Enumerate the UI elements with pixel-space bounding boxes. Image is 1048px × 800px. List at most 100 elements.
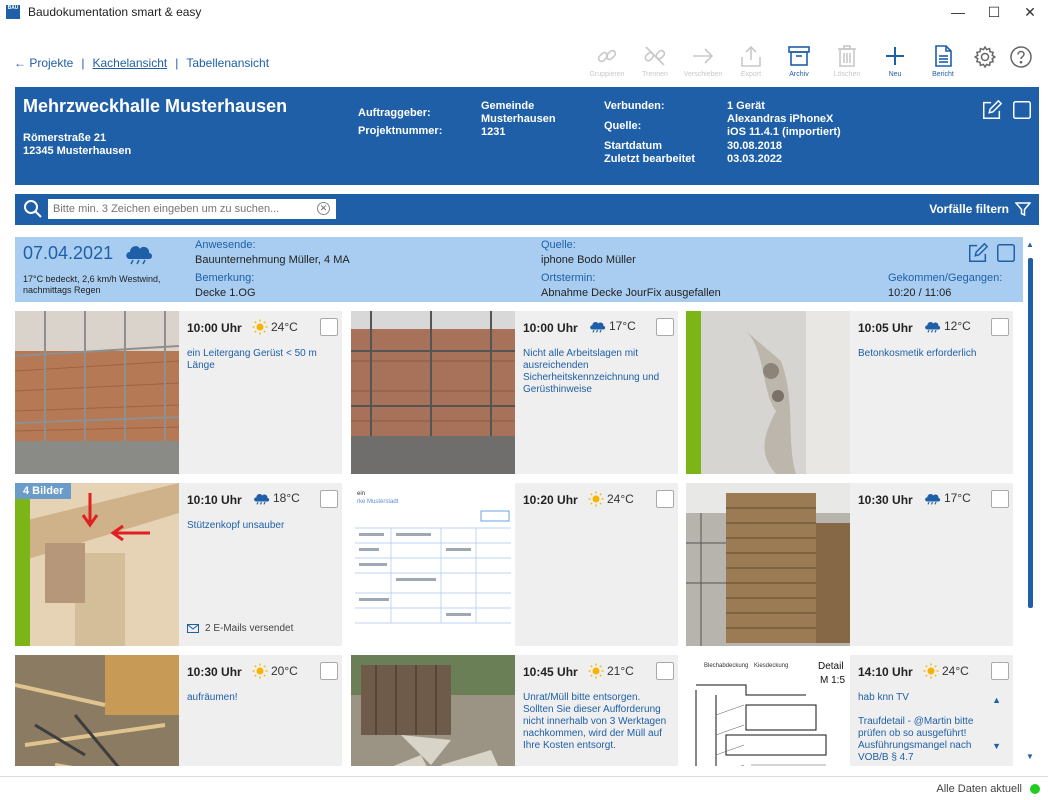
tile-view-link[interactable]: Kachelansicht (92, 56, 167, 70)
incident-temperature: 17°C (944, 491, 971, 505)
clear-search-icon[interactable]: ✕ (317, 202, 330, 215)
help-button[interactable] (1006, 45, 1036, 69)
back-to-projects-link[interactable]: ← Projekte (14, 56, 73, 70)
select-day-checkbox[interactable] (995, 242, 1017, 264)
day-header[interactable]: 07.04.2021 17°C bedeckt, 2,6 km/h Westwi… (15, 237, 1023, 302)
source-label: Quelle: (604, 120, 642, 132)
text-scroll-up-arrow[interactable]: ▲ (992, 695, 1001, 705)
table-view-link[interactable]: Tabellenansicht (186, 56, 269, 70)
incident-card[interactable]: Blechabdeckung Kiesdeckung Detail M 1:5 … (686, 655, 1013, 766)
incident-weather: 12°C (923, 319, 971, 333)
export-button[interactable]: Export (730, 43, 772, 78)
scrollbar-thumb[interactable] (1028, 258, 1033, 608)
select-project-checkbox[interactable] (1011, 99, 1033, 121)
incident-photo[interactable]: 4 Bilder (15, 483, 179, 646)
incident-photo[interactable] (351, 311, 515, 474)
report-button[interactable]: Bericht (922, 43, 964, 78)
filter-incidents-button[interactable]: Vorfälle filtern (929, 202, 1009, 216)
cloud-rain-icon (254, 494, 270, 505)
arrow-right-icon (693, 48, 714, 64)
new-button[interactable]: Neu (874, 43, 916, 78)
search-input[interactable] (48, 199, 336, 219)
archive-button[interactable]: Archiv (778, 43, 820, 78)
select-incident-checkbox[interactable] (656, 490, 674, 508)
close-window-button[interactable]: ✕ (1012, 0, 1048, 24)
edit-project-icon[interactable] (981, 99, 1003, 121)
last-edited-value: 03.03.2022 (727, 153, 783, 165)
select-incident-checkbox[interactable] (656, 662, 674, 680)
app-logo-icon: BAU (6, 5, 20, 19)
filter-icon[interactable] (1014, 201, 1032, 222)
incident-photo[interactable]: ein rke Musterstadt (351, 483, 515, 646)
remark-label: Bemerkung: (195, 272, 255, 284)
move-button[interactable]: Verschieben (682, 43, 724, 78)
select-incident-checkbox[interactable] (656, 318, 674, 336)
scroll-down-arrow[interactable]: ▼ (1026, 752, 1034, 761)
incident-time: 14:10 Uhr (858, 665, 913, 679)
link-icon (597, 49, 617, 63)
select-incident-checkbox[interactable] (320, 318, 338, 336)
incident-photo[interactable] (15, 655, 179, 766)
incident-description: ein Leitergang Gerüst < 50 m Länge (187, 348, 317, 371)
day-weather: 17°C bedeckt, 2,6 km/h Westwind, nachmit… (23, 274, 161, 296)
incident-time: 10:45 Uhr (523, 665, 578, 679)
project-number-value: 1231 (481, 126, 506, 138)
incident-photo[interactable]: Blechabdeckung Kiesdeckung Detail M 1:5 (686, 655, 850, 766)
incident-card[interactable]: 10:30 Uhr 17°C (686, 483, 1013, 646)
select-incident-checkbox[interactable] (320, 490, 338, 508)
minimize-button[interactable]: — (940, 0, 976, 24)
select-incident-checkbox[interactable] (320, 662, 338, 680)
help-icon (1010, 46, 1032, 68)
incident-photo[interactable] (686, 483, 850, 646)
project-street: Römerstraße 21 (23, 132, 107, 144)
report-label: Bericht (932, 71, 954, 78)
group-button[interactable]: Gruppieren (586, 43, 628, 78)
incident-weather: 20°C (252, 663, 298, 679)
incident-time: 10:20 Uhr (523, 493, 578, 507)
incident-photo[interactable] (351, 655, 515, 766)
incident-card[interactable]: 10:00 Uhr 24°C ein Leitergang Gerüst < 50 … (15, 311, 342, 474)
last-edited-label: Zuletzt bearbeitet (604, 153, 696, 165)
came-went-label: Gekommen/Gegangen: (888, 272, 1003, 284)
select-incident-checkbox[interactable] (991, 318, 1009, 336)
edit-day-icon[interactable] (967, 242, 989, 264)
select-incident-checkbox[interactable] (991, 662, 1009, 680)
came-went-value: 10:20 / 11:06 (888, 287, 952, 299)
maximize-button[interactable]: ☐ (976, 0, 1012, 24)
move-label: Verschieben (683, 71, 723, 78)
incident-photo[interactable] (15, 311, 179, 474)
source-value-line: iOS 11.4.1 (importiert) (727, 126, 841, 138)
incident-description: hab knn TV Traufdetail - @Martin bitte p… (858, 692, 974, 763)
status-accent-bar (686, 311, 701, 474)
incident-weather: 24°C (252, 319, 298, 335)
scroll-up-arrow[interactable]: ▲ (1026, 240, 1034, 249)
search-icon[interactable] (23, 199, 43, 224)
delete-button[interactable]: Löschen (826, 43, 868, 78)
incident-description: Stützenkopf unsauber (187, 520, 285, 531)
title-bar: BAU Baudokumentation smart & easy — ☐ ✕ (0, 0, 1048, 24)
project-city: 12345 Musterhausen (23, 145, 132, 157)
incident-card[interactable]: 10:30 Uhr 20°C aufräumen! (15, 655, 342, 766)
incident-time: 10:30 Uhr (858, 493, 913, 507)
drawing-label: Blechabdeckung (704, 663, 748, 669)
connected-value: 1 Gerät (727, 100, 765, 112)
select-incident-checkbox[interactable] (991, 490, 1009, 508)
incident-card[interactable]: ein rke Musterstadt 10:20 Uhr 24°C (351, 483, 678, 646)
project-actions (981, 99, 1033, 121)
incident-card[interactable]: 10:45 Uhr 21°C Unrat/Müll bitte entsorgen.… (351, 655, 678, 766)
toolbar: Gruppieren Trennen Verschieben Export Ar… (586, 43, 1036, 78)
cloud-rain-icon (590, 322, 606, 333)
incident-temperature: 12°C (944, 319, 971, 333)
incident-photo[interactable] (686, 311, 850, 474)
incident-time: 10:05 Uhr (858, 321, 913, 335)
settings-button[interactable] (970, 45, 1000, 69)
incident-card[interactable]: 4 Bilder 10:10 Uhr 18°C Stützenkopf unsaube… (15, 483, 342, 646)
envelope-icon (187, 624, 199, 633)
incident-card[interactable]: 10:00 Uhr 17°C Nicht alle Arbeitslagen mit… (351, 311, 678, 474)
project-number-label: Projektnummer: (358, 125, 443, 137)
incident-temperature: 21°C (607, 664, 634, 678)
split-button[interactable]: Trennen (634, 43, 676, 78)
incident-card[interactable]: 10:05 Uhr 12°C Betonkosmetik erforderlich (686, 311, 1013, 474)
text-scroll-down-arrow[interactable]: ▼ (992, 741, 1001, 751)
broken-link-icon (644, 46, 666, 66)
